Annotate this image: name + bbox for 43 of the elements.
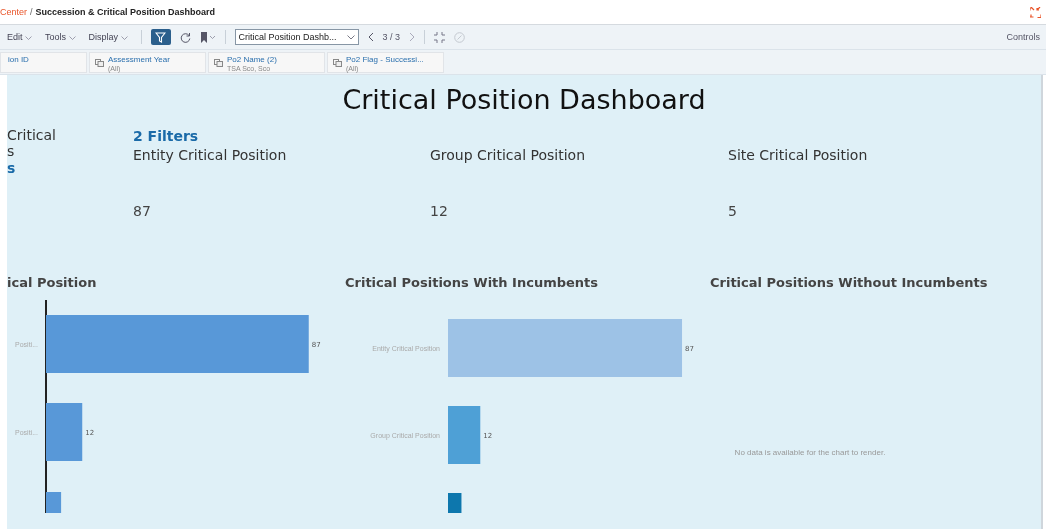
no-data-message: No data is available for the chart to render. xyxy=(733,448,887,457)
page-title: Succession & Critical Position Dashboard xyxy=(35,7,216,17)
caret-icon xyxy=(68,36,76,40)
bookmark-icon[interactable] xyxy=(199,31,216,43)
caret-icon xyxy=(346,34,355,40)
chart-title: Critical Positions With Incumbents xyxy=(345,275,600,292)
menu-button[interactable]: Display xyxy=(88,32,132,42)
filters-link[interactable]: 2 Filters xyxy=(133,127,430,145)
refresh-icon[interactable] xyxy=(179,31,191,43)
copy-icon xyxy=(214,58,223,67)
filter-chip[interactable]: ion ID xyxy=(0,51,87,73)
kpi-value: 87 xyxy=(133,203,152,219)
filters-link[interactable]: s xyxy=(7,159,133,177)
page-counter: 3 / 3 xyxy=(382,32,401,42)
chart-title: ical Position xyxy=(7,275,98,292)
bar[interactable] xyxy=(46,492,62,513)
copy-icon xyxy=(95,58,104,67)
breadcrumb-separator: / xyxy=(30,7,33,17)
menu-button[interactable]: Tools xyxy=(45,32,80,42)
kpi-label: Entity Critical Position xyxy=(133,146,288,165)
controls-button[interactable]: Controls xyxy=(1006,32,1040,42)
exit-fullscreen-icon[interactable] xyxy=(1030,6,1041,18)
kpi-value: 12 xyxy=(430,203,449,219)
next-icon[interactable] xyxy=(409,32,416,42)
kpi-value: 5 xyxy=(728,203,738,219)
caret-icon xyxy=(120,36,128,40)
kpi-label: s xyxy=(7,143,16,159)
caret-icon xyxy=(25,36,32,40)
kpi-label: Group Critical Position xyxy=(430,146,586,165)
dashboard-title: Critical Position Dashboard xyxy=(341,83,707,117)
copy-icon xyxy=(333,58,342,67)
bar[interactable] xyxy=(448,493,462,513)
kpi-label: Critical xyxy=(7,127,57,143)
breadcrumb-link[interactable]: Center xyxy=(0,7,27,17)
chart-title: Critical Positions Without Incumbents xyxy=(710,275,989,292)
filter-toggle-button[interactable] xyxy=(150,29,171,45)
previous-icon[interactable] xyxy=(367,32,374,42)
bar[interactable] xyxy=(46,403,83,461)
bar[interactable] xyxy=(448,406,481,464)
fit-icon[interactable] xyxy=(434,31,446,43)
page-dropdown[interactable]: Critical Position Dashb... xyxy=(234,29,359,45)
kpi-label: Site Critical Position xyxy=(728,146,869,165)
menu-button[interactable]: Edit xyxy=(7,32,36,42)
